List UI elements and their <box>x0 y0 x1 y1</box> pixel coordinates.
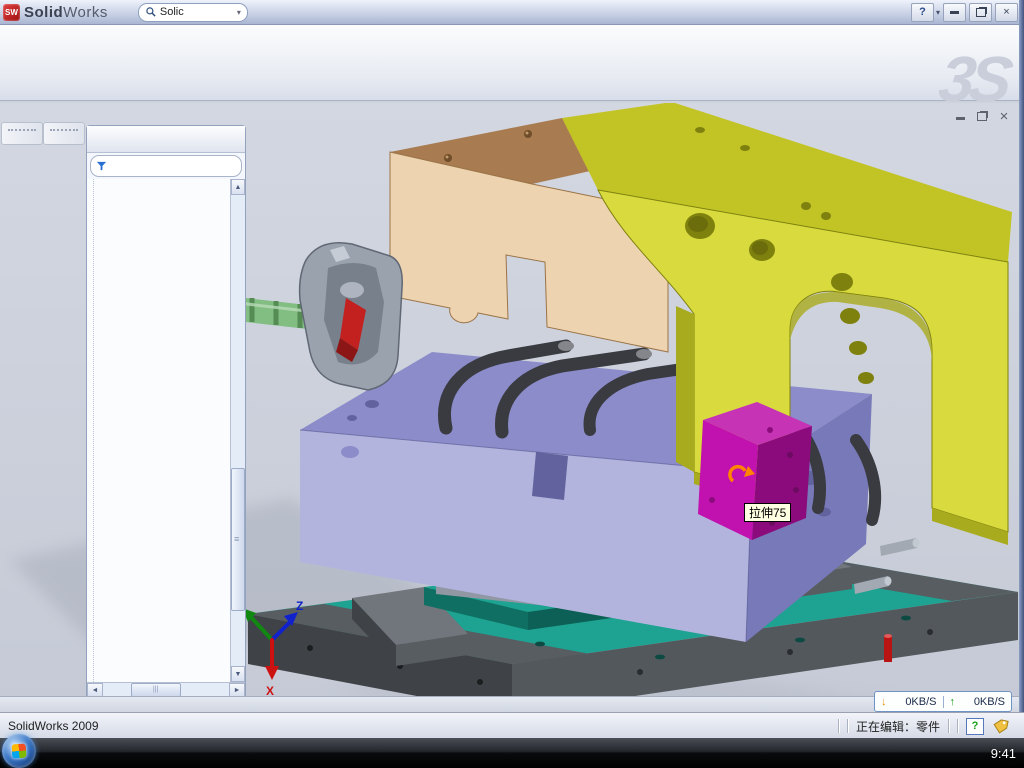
scroll-down-button[interactable]: ▼ <box>231 666 245 682</box>
window-frame-right <box>1019 0 1024 738</box>
window-controls: ? ▾ × <box>911 3 1024 22</box>
command-manager: 3S <box>0 24 1024 101</box>
download-arrow-icon: ↓ <box>881 696 887 708</box>
editing-status: 正在编辑：零件 <box>856 718 940 735</box>
filter-funnel-icon <box>96 161 107 172</box>
feature-manager-tabs <box>87 126 245 153</box>
app-brand: SolidWorks <box>24 4 108 21</box>
features-toolbar <box>1 122 43 145</box>
scroll-thumb[interactable] <box>231 468 245 611</box>
solidworks-logo-icon: SW <box>3 4 20 21</box>
hscroll-thumb[interactable] <box>131 683 181 697</box>
toolbar-grip[interactable] <box>50 129 78 136</box>
taskbar: 9:41 <box>0 738 1024 768</box>
tag-icon[interactable] <box>992 718 1010 734</box>
feature-tooltip: 拉伸75 <box>744 503 791 522</box>
status-text: SolidWorks 2009 <box>8 719 99 733</box>
ds-watermark: 3S <box>935 42 1012 116</box>
feature-manager-panel: ▲ ▼ ◄ ► <box>86 125 246 698</box>
toolbar-grip[interactable] <box>8 129 36 136</box>
scroll-up-button[interactable]: ▲ <box>231 179 245 195</box>
tab-nav-buttons <box>86 697 91 713</box>
close-button[interactable]: × <box>995 3 1018 22</box>
quick-tips-button[interactable]: ? <box>966 718 984 735</box>
scroll-left-button[interactable]: ◄ <box>87 683 103 697</box>
brand-bold: Solid <box>24 4 63 21</box>
minimize-button[interactable] <box>943 3 966 22</box>
tree-filter-input[interactable] <box>90 155 242 177</box>
feature-tree <box>93 179 230 682</box>
upload-arrow-icon: ↑ <box>950 696 956 708</box>
network-speed-widget: ↓ 0KB/S ↑ 0KB/S <box>874 691 1012 712</box>
brand-light: Works <box>63 4 108 21</box>
status-bar: SolidWorks 2009 正在编辑：零件 ? <box>0 712 1024 739</box>
taskbar-clock: 9:41 <box>991 746 1016 761</box>
search-icon <box>145 6 157 18</box>
scroll-right-button[interactable]: ► <box>229 683 245 697</box>
windows-flag-icon <box>12 744 27 759</box>
download-speed: 0KB/S <box>893 696 937 708</box>
search-value: Solic <box>160 6 184 18</box>
help-caret-icon[interactable]: ▾ <box>936 8 940 17</box>
triad-z-label: Z <box>296 599 303 613</box>
part-insert-clamp[interactable] <box>228 243 402 390</box>
search-input[interactable]: Solic ▾ <box>138 3 248 22</box>
system-tray: 9:41 <box>987 746 1024 761</box>
upload-speed: 0KB/S <box>961 696 1005 708</box>
tree-vertical-scrollbar[interactable]: ▲ ▼ <box>230 179 245 682</box>
model-tab-bar <box>0 696 1019 713</box>
tree-horizontal-scrollbar[interactable]: ◄ ► <box>87 682 245 697</box>
help-button[interactable]: ? <box>911 3 934 22</box>
surfaces-toolbar <box>43 122 85 145</box>
search-caret-icon[interactable]: ▾ <box>237 8 241 17</box>
start-button[interactable] <box>2 734 36 768</box>
restore-button[interactable] <box>969 3 992 22</box>
titlebar: SW SolidWorks Solic ▾ ? ▾ × <box>0 0 1024 25</box>
